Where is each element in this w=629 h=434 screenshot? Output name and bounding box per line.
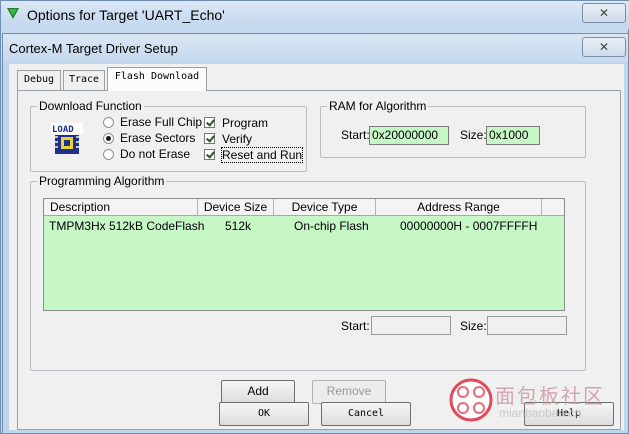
ram-start-label: Start: [341,128,370,142]
row-address-range: 00000000H - 0007FFFFH [400,219,538,233]
column-device-size[interactable]: Device Size [198,199,274,216]
dialog-title-bar: Cortex-M Target Driver Setup [3,34,628,62]
ram-for-algorithm-label: RAM for Algorithm [327,99,429,113]
ram-size-label: Size: [460,128,487,142]
watermark-text: 面包板社区 [495,384,605,408]
erase-full-chip-label[interactable]: Erase Full Chip [120,115,202,129]
svg-text:LOAD: LOAD [52,125,74,135]
row-device-type: On-chip Flash [294,219,369,233]
tab-flash-download[interactable]: Flash Download [107,67,207,91]
remove-button[interactable]: Remove [312,380,386,404]
erase-sectors-radio[interactable] [103,133,114,144]
ok-button[interactable]: OK [219,402,309,426]
verify-label[interactable]: Verify [222,132,252,146]
watermark-logo-icon [449,378,493,422]
watermark: 面包板社区 mianbaoban.cn [449,378,627,428]
algorithm-table[interactable]: Description Device Size Device Type Addr… [43,198,565,311]
program-label[interactable]: Program [222,116,268,130]
ram-size-input[interactable]: 0x1000 [486,126,540,145]
ram-start-input[interactable]: 0x20000000 [369,126,449,145]
download-function-label: Download Function [37,99,144,113]
row-description: TMPM3Hx 512kB CodeFlash [49,219,205,233]
column-description[interactable]: Description [44,199,198,216]
cancel-button[interactable]: Cancel [321,402,411,426]
programming-algorithm-group: Programming Algorithm Description Device… [30,174,586,371]
add-button[interactable]: Add [221,380,295,404]
algo-size-input[interactable] [487,316,567,335]
tab-trace[interactable]: Trace [63,70,105,90]
load-icon: LOAD [51,123,83,154]
dialog-title: Cortex-M Target Driver Setup [9,41,178,56]
download-function-group: Download Function LOAD Erase Full Chip E… [30,99,307,172]
do-not-erase-radio[interactable] [103,149,114,160]
outer-title-bar: Options for Target 'UART_Echo' [1,1,629,29]
program-checkbox[interactable] [204,117,215,128]
dialog-client-area: Debug Trace Flash Download Download Func… [9,64,624,430]
table-header: Description Device Size Device Type Addr… [44,199,564,216]
ram-for-algorithm-group: RAM for Algorithm Start: 0x20000000 Size… [320,99,586,158]
column-device-type[interactable]: Device Type [274,199,376,216]
keil-app-icon [7,8,19,19]
algo-size-label: Size: [460,319,487,333]
outer-window-title: Options for Target 'UART_Echo' [27,7,225,23]
algo-start-input[interactable] [371,316,451,335]
erase-sectors-label[interactable]: Erase Sectors [120,131,195,145]
algo-start-label: Start: [341,319,370,333]
dialog-close-button[interactable]: ✕ [582,37,626,57]
do-not-erase-label[interactable]: Do not Erase [120,147,190,161]
outer-close-button[interactable]: ✕ [582,3,626,23]
verify-checkbox[interactable] [204,133,215,144]
tab-debug[interactable]: Debug [17,70,61,90]
row-device-size: 512k [225,219,252,233]
watermark-url: mianbaoban.cn [499,406,582,420]
programming-algorithm-label: Programming Algorithm [37,174,167,188]
reset-and-run-checkbox[interactable] [204,149,215,160]
column-address-range[interactable]: Address Range [376,199,542,216]
target-driver-setup-dialog: Cortex-M Target Driver Setup ✕ Debug Tra… [2,33,629,434]
reset-and-run-label[interactable]: Reset and Run [220,147,304,163]
erase-full-chip-radio[interactable] [103,117,114,128]
